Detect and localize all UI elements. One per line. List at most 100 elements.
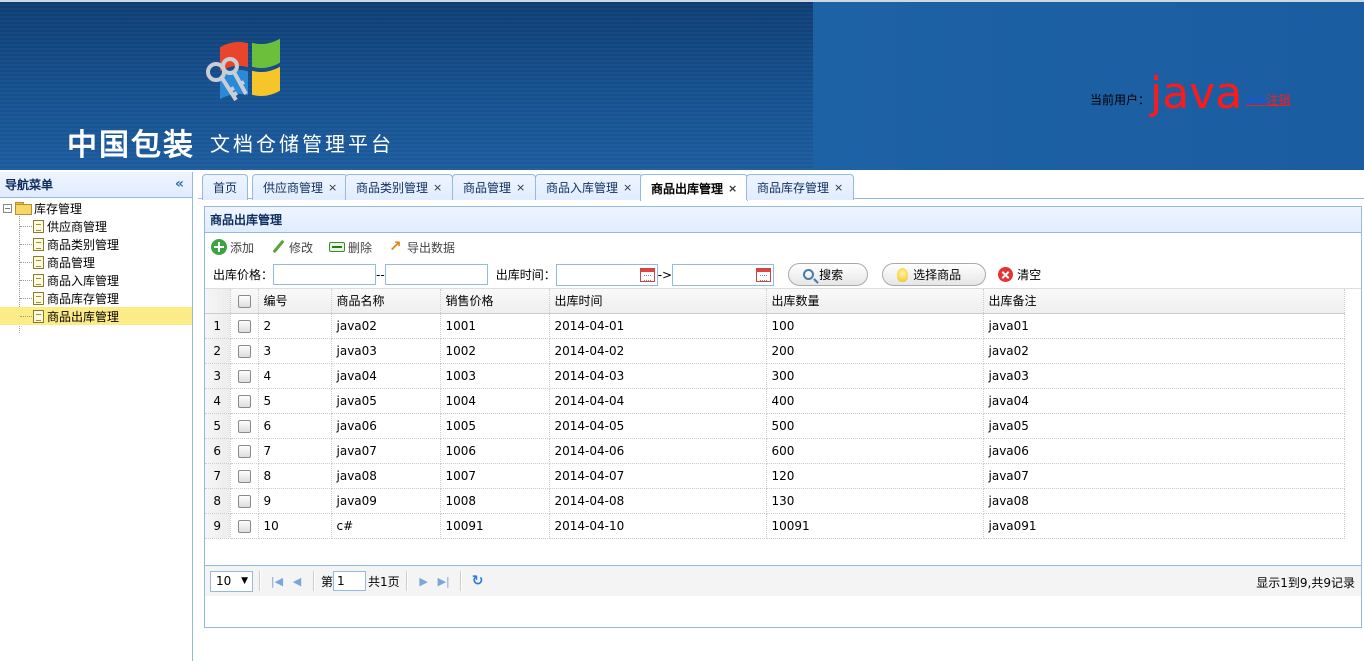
row-checkbox[interactable]	[237, 469, 251, 483]
cell-remark: java01	[983, 313, 1345, 339]
sidebar-item-label: 商品出库管理	[47, 309, 120, 324]
row-checkbox[interactable]	[237, 494, 251, 508]
table-row[interactable]: 9 10 c# 10091 2014-04-10 10091 java091	[205, 513, 1345, 539]
row-checkbox[interactable]	[237, 394, 251, 408]
row-checkbox-cell[interactable]	[230, 413, 259, 439]
table-row[interactable]: 3 4 java04 1003 2014-04-03 300 java03	[205, 363, 1345, 389]
select-goods-button[interactable]: 选择商品	[882, 263, 987, 286]
row-checkbox-cell[interactable]	[230, 313, 259, 339]
row-checkbox-cell[interactable]	[230, 438, 259, 464]
row-checkbox-cell[interactable]	[230, 338, 259, 364]
refresh-icon[interactable]: ↻	[468, 571, 488, 591]
page-size-select[interactable]: 10 ▼	[210, 570, 253, 592]
table-row[interactable]: 7 8 java08 1007 2014-04-07 120 java07	[205, 463, 1345, 489]
row-checkbox[interactable]	[237, 344, 251, 358]
select-all-checkbox[interactable]	[237, 294, 251, 308]
cell-remark: java07	[983, 463, 1345, 489]
select-all-checkbox-cell[interactable]	[230, 289, 259, 314]
last-page-icon[interactable]: ▶|	[434, 571, 454, 591]
cell-name: java04	[331, 363, 441, 389]
row-checkbox[interactable]	[237, 369, 251, 383]
row-checkbox[interactable]	[237, 519, 251, 533]
column-header-time[interactable]: 出库时间	[549, 289, 767, 314]
row-checkbox[interactable]	[237, 319, 251, 333]
row-checkbox-cell[interactable]	[230, 463, 259, 489]
sidebar-item-stock-out[interactable]: 商品出库管理	[0, 307, 192, 325]
table-row[interactable]: 1 2 java02 1001 2014-04-01 100 java01	[205, 313, 1345, 339]
column-header-quantity[interactable]: 出库数量	[766, 289, 984, 314]
delete-button[interactable]: 删除	[329, 239, 372, 256]
close-icon[interactable]: ×	[623, 181, 632, 194]
sidebar-item-goods[interactable]: 商品管理	[0, 253, 192, 271]
next-page-icon[interactable]: ▶	[414, 571, 434, 591]
add-label: 添加	[230, 240, 255, 255]
rownum-header	[205, 289, 231, 314]
tab-label: 商品库存管理	[757, 181, 830, 195]
price-max-input[interactable]	[384, 264, 488, 285]
tab-goods[interactable]: 商品管理 ×	[452, 174, 537, 200]
row-checkbox-cell[interactable]	[230, 363, 259, 389]
tab-category[interactable]: 商品类别管理 ×	[345, 174, 454, 200]
column-header-price[interactable]: 销售价格	[440, 289, 550, 314]
column-header-remark[interactable]: 出库备注	[983, 289, 1345, 314]
close-icon[interactable]: ×	[834, 181, 843, 194]
table-row[interactable]: 6 7 java07 1006 2014-04-06 600 java06	[205, 438, 1345, 464]
close-icon[interactable]: ×	[728, 182, 737, 195]
close-icon[interactable]: ×	[328, 181, 337, 194]
sidebar-item-inventory[interactable]: 商品库存管理	[0, 289, 192, 307]
add-button[interactable]: 添加	[211, 239, 254, 256]
table-row[interactable]: 2 3 java03 1002 2014-04-02 200 java02	[205, 338, 1345, 364]
collapse-toggle-icon[interactable]: −	[3, 203, 12, 213]
tab-stock-out[interactable]: 商品出库管理 ×	[640, 174, 749, 201]
page-number-input[interactable]: 1	[333, 571, 367, 591]
row-checkbox-cell[interactable]	[230, 513, 259, 539]
close-icon[interactable]: ×	[516, 181, 525, 194]
search-button[interactable]: 搜索	[788, 263, 869, 286]
edit-button[interactable]: 修改	[270, 239, 313, 256]
pencil-icon	[270, 239, 286, 255]
sidebar-item-label: 商品类别管理	[47, 237, 120, 252]
sidebar-item-category[interactable]: 商品类别管理	[0, 235, 192, 253]
logout-link[interactable]: >>注销	[1246, 91, 1290, 108]
row-checkbox-cell[interactable]	[230, 388, 259, 414]
pagination-bar: 10 ▼ |◀ ◀ 第 1 共1页 ▶ ▶| ↻ 显示1到9,共9记录	[205, 565, 1361, 596]
table-row[interactable]: 5 6 java06 1005 2014-04-05 500 java05	[205, 413, 1345, 439]
cell-remark: java08	[983, 488, 1345, 514]
tab-stock-in[interactable]: 商品入库管理 ×	[535, 174, 644, 200]
column-header-name[interactable]: 商品名称	[331, 289, 441, 314]
clear-button[interactable]: 清空	[998, 266, 1041, 283]
row-checkbox[interactable]	[237, 444, 251, 458]
cell-remark: java03	[983, 363, 1345, 389]
cell-quantity: 120	[766, 463, 984, 489]
cell-remark: java02	[983, 338, 1345, 364]
tab-inventory[interactable]: 商品库存管理 ×	[746, 174, 855, 200]
row-checkbox-cell[interactable]	[230, 488, 259, 514]
cell-quantity: 500	[766, 413, 984, 439]
price-min-input[interactable]	[273, 264, 377, 285]
prev-page-icon[interactable]: ◀	[287, 571, 307, 591]
sidebar-item-supplier[interactable]: 供应商管理	[0, 217, 192, 235]
user-area: 当前用户： java >>注销	[1090, 60, 1290, 120]
calendar-icon[interactable]	[639, 267, 655, 282]
row-checkbox[interactable]	[237, 419, 251, 433]
tab-supplier[interactable]: 供应商管理 ×	[252, 174, 349, 200]
double-chevron-left-icon[interactable]: «	[175, 176, 184, 192]
calendar-icon[interactable]	[756, 267, 772, 282]
cell-time: 2014-04-04	[549, 388, 767, 414]
cell-name: java03	[331, 338, 441, 364]
first-page-icon[interactable]: |◀	[267, 571, 287, 591]
row-number: 2	[205, 338, 231, 364]
export-button[interactable]: 导出数据	[388, 237, 455, 256]
table-row[interactable]: 8 9 java09 1008 2014-04-08 130 java08	[205, 488, 1345, 514]
tab-home[interactable]: 首页	[202, 174, 249, 200]
sidebar-item-stock-in[interactable]: 商品入库管理	[0, 271, 192, 289]
time-end-datebox[interactable]	[672, 263, 775, 286]
time-start-datebox[interactable]	[555, 263, 658, 286]
tree-node-inventory[interactable]: − 库存管理	[0, 199, 192, 217]
tab-label: 首页	[213, 181, 238, 195]
cell-price: 1008	[440, 488, 550, 514]
column-header-id[interactable]: 编号	[258, 289, 332, 314]
close-icon[interactable]: ×	[433, 181, 442, 194]
cell-quantity: 200	[766, 338, 984, 364]
table-row[interactable]: 4 5 java05 1004 2014-04-04 400 java04	[205, 388, 1345, 414]
